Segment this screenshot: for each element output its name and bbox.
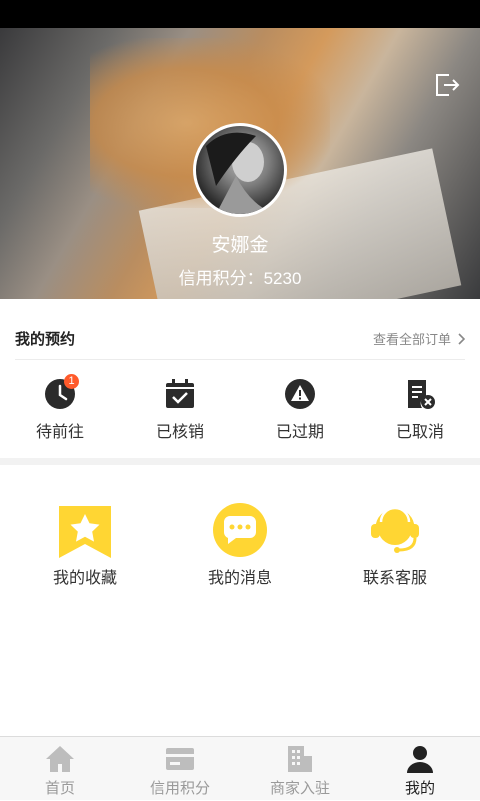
status-label: 已核销: [155, 424, 204, 441]
service-row: 我的收藏 我的消息 联系客服: [0, 496, 480, 596]
tab-label: 我的: [404, 780, 435, 797]
building-icon: [288, 746, 312, 772]
status-cancelled[interactable]: 已取消: [360, 372, 480, 452]
warning-icon: [285, 379, 315, 409]
user-name: 安娜金: [211, 235, 269, 256]
headset-icon: [371, 506, 419, 553]
calendar-check-icon: [166, 379, 194, 408]
section-divider: [0, 458, 480, 465]
credit-score: 信用积分：5230: [0, 264, 480, 289]
tab-merchant[interactable]: 商家入驻: [240, 737, 360, 801]
credit-value: 5230: [263, 269, 302, 288]
avatar[interactable]: [193, 123, 287, 217]
tab-label: 商家入驻: [269, 780, 330, 797]
card-icon: [166, 748, 194, 770]
service-label: 我的收藏: [52, 570, 117, 587]
tab-credit[interactable]: 信用积分: [120, 737, 240, 801]
star-bookmark-icon: [59, 506, 111, 558]
status-label: 已过期: [275, 424, 324, 441]
logout-button[interactable]: [434, 72, 460, 98]
logout-icon: [436, 74, 460, 96]
pending-badge: 1: [64, 374, 79, 389]
section-title: 我的预约: [15, 331, 76, 348]
tab-mine[interactable]: 我的: [360, 737, 480, 801]
chevron-right-icon: [458, 332, 465, 345]
status-bar: [0, 0, 480, 28]
document-cancel-icon: [408, 380, 435, 409]
profile-header: 安娜金 信用积分：5230: [0, 28, 480, 299]
reservation-status-row: 1 待前往 已核销 已过期 已取消: [0, 372, 480, 452]
tab-label: 首页: [44, 780, 75, 797]
tab-home[interactable]: 首页: [0, 737, 120, 801]
view-all-label: 查看全部订单: [372, 332, 451, 347]
service-label: 联系客服: [362, 570, 427, 587]
status-label: 已取消: [395, 424, 444, 441]
chat-bubble-icon: [213, 503, 267, 557]
status-verified[interactable]: 已核销: [120, 372, 240, 452]
bottom-tab-bar: 首页 信用积分 商家入驻 我的: [0, 736, 480, 800]
reservations-header: 我的预约 查看全部订单: [15, 316, 465, 360]
home-icon: [46, 746, 74, 772]
person-icon: [407, 746, 433, 773]
status-label: 待前往: [35, 424, 84, 441]
tab-label: 信用积分: [149, 780, 210, 797]
status-expired[interactable]: 已过期: [240, 372, 360, 452]
status-pending[interactable]: 1 待前往: [0, 372, 120, 452]
favorites-button[interactable]: 我的收藏: [15, 496, 155, 596]
customer-service-button[interactable]: 联系客服: [325, 496, 465, 596]
messages-button[interactable]: 我的消息: [170, 496, 310, 596]
view-all-orders-link[interactable]: 查看全部订单: [373, 329, 465, 348]
service-label: 我的消息: [207, 570, 272, 587]
credit-label: 信用积分：: [178, 269, 264, 288]
